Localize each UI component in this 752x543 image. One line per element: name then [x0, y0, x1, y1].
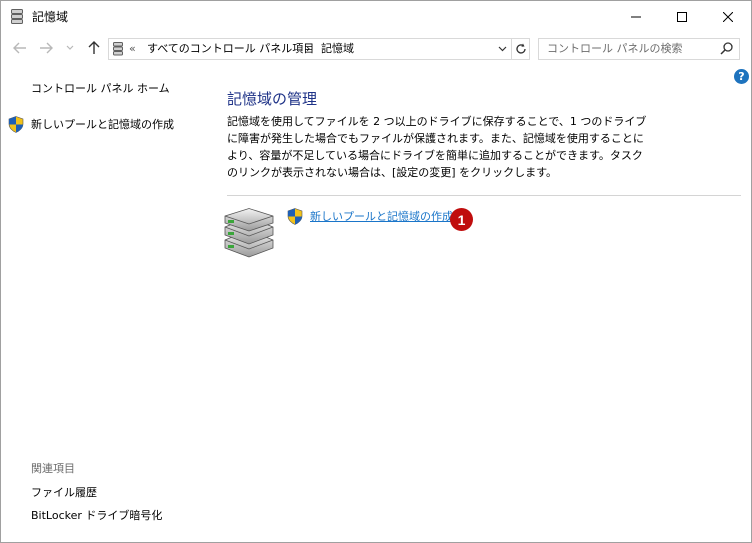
divider [227, 195, 741, 196]
search-box[interactable]: コントロール パネルの検索 [538, 38, 740, 60]
step-number-badge: 1 [450, 208, 473, 231]
maximize-button[interactable] [659, 1, 705, 32]
breadcrumb-all-items[interactable]: すべてのコントロール パネル項目 [147, 42, 314, 56]
chevron-down-icon [66, 45, 74, 50]
control-panel-home-link[interactable]: コントロール パネル ホーム [31, 82, 170, 96]
back-button[interactable] [11, 39, 29, 57]
close-icon [723, 11, 733, 22]
storage-drives-icon [223, 208, 275, 261]
close-button[interactable] [705, 1, 751, 32]
search-icon[interactable] [720, 42, 733, 58]
arrow-left-icon [13, 42, 26, 54]
chevron-down-icon [498, 46, 506, 52]
storage-spaces-icon [113, 42, 123, 59]
up-button[interactable] [85, 39, 103, 57]
arrow-right-icon [40, 42, 53, 54]
file-history-link[interactable]: ファイル履歴 [31, 486, 97, 500]
navigation-bar: « すべてのコントロール パネル項目 › 記憶域 コントロール パネルの検索 [1, 32, 751, 64]
sidebar-create-pool-link[interactable]: 新しいプールと記憶域の作成 [31, 118, 174, 132]
arrow-up-icon [88, 41, 100, 54]
address-dropdown-button[interactable] [494, 39, 510, 59]
create-pool-link[interactable]: 新しいプールと記憶域の作成 [310, 210, 453, 224]
address-overflow-chevron[interactable]: « [129, 42, 136, 56]
page-heading: 記憶域の管理 [227, 90, 318, 108]
window-title: 記憶域 [32, 10, 69, 24]
refresh-icon [516, 43, 526, 54]
refresh-button[interactable] [511, 39, 530, 59]
recent-locations-button[interactable] [61, 39, 79, 57]
forward-button[interactable] [37, 39, 55, 57]
see-also-heading: 関連項目 [31, 462, 75, 475]
breadcrumb-storage-spaces[interactable]: 記憶域 [321, 42, 354, 56]
description-text: 記憶域を使用してファイルを 2 つ以上のドライブに保存することで、1 つのドライ… [227, 115, 647, 179]
breadcrumb-separator[interactable]: › [306, 42, 310, 56]
minimize-button[interactable] [613, 1, 659, 32]
uac-shield-icon [287, 208, 303, 228]
minimize-icon [631, 16, 641, 17]
maximize-icon [677, 11, 687, 22]
help-icon: ? [738, 70, 745, 83]
search-input[interactable]: コントロール パネルの検索 [547, 42, 683, 56]
bitlocker-link[interactable]: BitLocker ドライブ暗号化 [31, 509, 162, 523]
control-panel-window: 記憶域 « すべてのコントロール パネル項目 › 記憶域 コントロール パネルの… [0, 0, 752, 543]
help-button[interactable]: ? [734, 69, 749, 84]
address-bar[interactable]: « すべてのコントロール パネル項目 › 記憶域 [108, 38, 530, 60]
uac-shield-icon [8, 116, 24, 136]
storage-spaces-icon [11, 9, 23, 25]
title-bar[interactable]: 記憶域 [1, 1, 751, 32]
